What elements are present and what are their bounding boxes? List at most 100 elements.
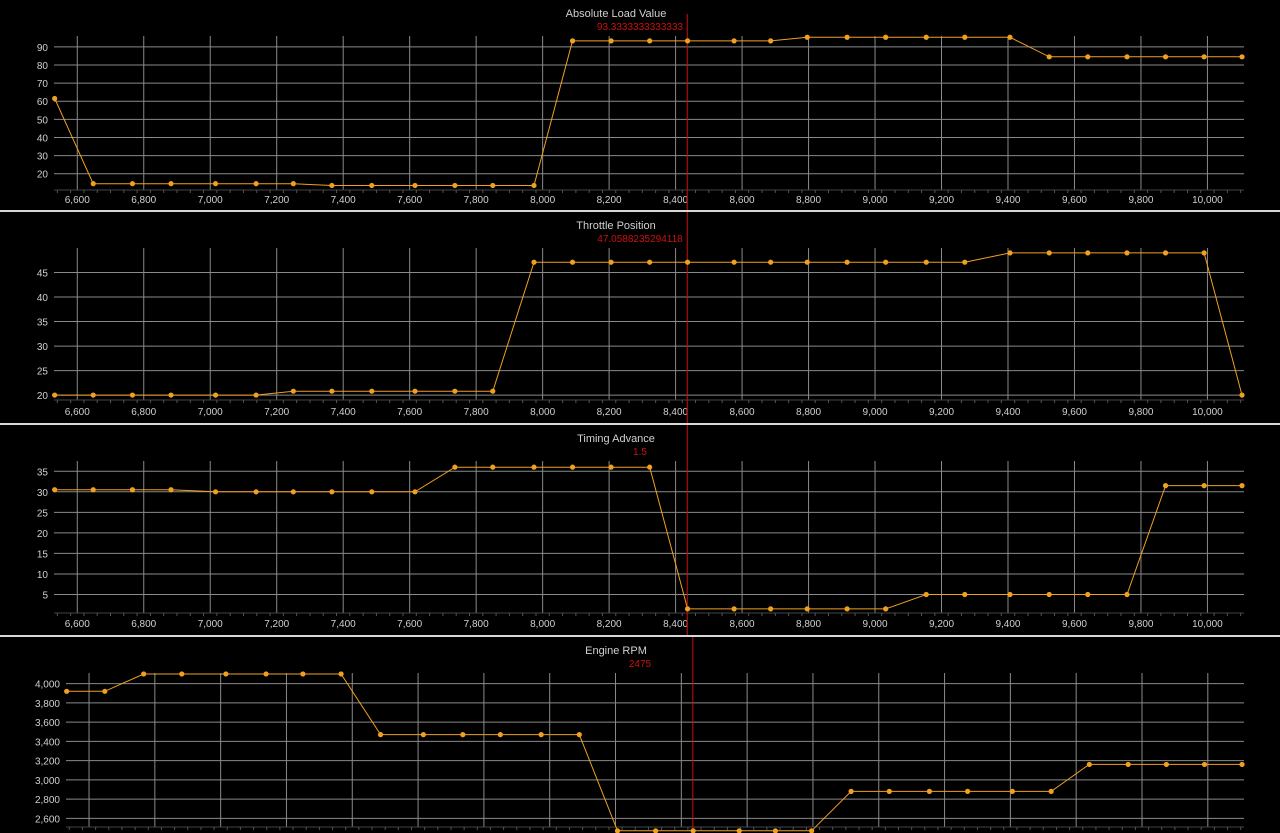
- chart-title: Absolute Load Value: [566, 8, 667, 20]
- data-point: [290, 181, 296, 187]
- data-point: [179, 671, 185, 677]
- data-point: [1201, 250, 1207, 256]
- data-point: [300, 671, 306, 677]
- data-point: [569, 38, 576, 44]
- y-tick-label: 3,600: [35, 718, 60, 729]
- data-point: [1007, 34, 1013, 40]
- data-point: [129, 392, 136, 398]
- data-point: [212, 181, 219, 187]
- data-point: [490, 464, 496, 470]
- series-line: [54, 466, 1242, 610]
- chart-panel-engine-rpm: 2,600 2,800 3,000 3,200 3,400 3,600 3,800 4,000…: [0, 637, 1280, 833]
- x-tick-label: 9,400: [995, 195, 1020, 206]
- cursor-value-label: 47.0588235294118: [597, 234, 683, 245]
- series-line: [54, 252, 1243, 396]
- x-tick-label: 7,200: [264, 195, 289, 206]
- chart-title: Throttle Position: [576, 220, 655, 232]
- y-tick-label: 2,800: [35, 795, 60, 806]
- series-line: [54, 36, 1242, 186]
- data-point: [731, 38, 737, 44]
- data-point: [420, 732, 426, 738]
- y-tick-label: 60: [37, 97, 49, 108]
- data-point: [52, 487, 58, 493]
- data-point: [844, 606, 850, 612]
- data-point: [647, 38, 653, 44]
- data-point: [964, 788, 971, 794]
- engine-rpm-chart: 2,600 2,800 3,000 3,200 3,400 3,600 3,800 4,000…: [35, 637, 1245, 833]
- data-point: [883, 259, 889, 265]
- x-tick-label: 8,800: [796, 195, 821, 206]
- data-point: [90, 181, 96, 187]
- data-point: [923, 591, 929, 598]
- data-point: [52, 95, 58, 102]
- data-point: [684, 259, 691, 265]
- data-point: [1239, 483, 1245, 489]
- data-point: [369, 182, 375, 189]
- data-point: [452, 388, 458, 394]
- y-tick-label: 50: [37, 115, 49, 126]
- x-tick-label: 9,800: [1128, 407, 1153, 418]
- x-tick-label: 8,400: [663, 195, 688, 206]
- x-tick-label: 7,600: [397, 195, 422, 206]
- data-point: [1007, 250, 1013, 256]
- x-tick-label: 9,200: [929, 195, 954, 206]
- x-tick-label: 9,000: [863, 619, 888, 630]
- x-tick-label: 7,200: [264, 407, 289, 418]
- data-point: [1046, 250, 1052, 256]
- data-point: [736, 828, 742, 833]
- chart-panel-timing-advance: 5 10 15 20 25 30 35 6,600 6,800 7,000 7,200 7,400 7,…: [0, 425, 1280, 635]
- data-point: [962, 259, 968, 265]
- data-point: [848, 788, 854, 794]
- data-point: [212, 392, 219, 398]
- y-tick-label: 35: [37, 318, 49, 329]
- data-point: [64, 688, 70, 694]
- x-tick-label: 9,400: [995, 619, 1020, 630]
- cursor-value-label: 2475: [629, 659, 652, 670]
- data-point: [1085, 54, 1091, 60]
- data-point: [1239, 54, 1245, 60]
- data-point: [886, 788, 892, 794]
- data-point: [129, 181, 136, 187]
- data-point: [377, 732, 384, 738]
- data-point: [576, 732, 582, 738]
- data-point: [412, 182, 418, 189]
- data-point: [329, 388, 335, 394]
- y-tick-label: 25: [37, 367, 49, 378]
- data-point: [1085, 250, 1091, 256]
- data-point: [962, 591, 968, 598]
- x-tick-label: 9,600: [1062, 195, 1087, 206]
- y-tick-label: 5: [42, 591, 48, 602]
- data-point: [772, 828, 779, 833]
- data-point: [490, 182, 496, 189]
- data-point: [1124, 54, 1130, 60]
- y-tick-label: 25: [37, 508, 49, 519]
- data-point: [1046, 591, 1052, 598]
- data-point: [923, 34, 929, 40]
- x-tick-label: 8,400: [663, 407, 688, 418]
- chart-title: Engine RPM: [585, 645, 647, 657]
- y-tick-label: 20: [37, 529, 49, 540]
- x-tick-label: 8,600: [730, 619, 755, 630]
- data-point: [129, 487, 136, 493]
- x-tick-label: 7,400: [331, 619, 356, 630]
- x-tick-label: 8,200: [597, 619, 622, 630]
- data-point: [369, 489, 375, 495]
- data-point: [168, 181, 174, 187]
- data-point: [1086, 761, 1092, 768]
- data-point: [338, 671, 344, 677]
- x-tick-label: 7,600: [397, 407, 422, 418]
- chart-panel-throttle-position: 20 25 30 35 40 45 6,600 6,800 7,000 7,200 7,400 7,6…: [0, 212, 1280, 423]
- y-tick-label: 30: [37, 488, 49, 499]
- data-point: [497, 732, 503, 738]
- series-line: [66, 673, 1242, 832]
- x-tick-label: 8,200: [597, 195, 622, 206]
- y-tick-label: 70: [37, 79, 49, 90]
- data-point: [452, 464, 458, 470]
- y-tick-label: 20: [37, 391, 49, 402]
- throttle-position-chart: 20 25 30 35 40 45 6,600 6,800 7,000 7,200 7,400 7,6…: [37, 212, 1245, 423]
- chart-panel-absolute-load: 20 30 40 50 60 70 80 90 6,600 6,800 7,000 7,200 7,40…: [0, 0, 1280, 210]
- data-point: [253, 181, 259, 187]
- y-tick-label: 10: [37, 570, 49, 581]
- x-tick-label: 7,200: [264, 619, 289, 630]
- data-point: [460, 732, 466, 738]
